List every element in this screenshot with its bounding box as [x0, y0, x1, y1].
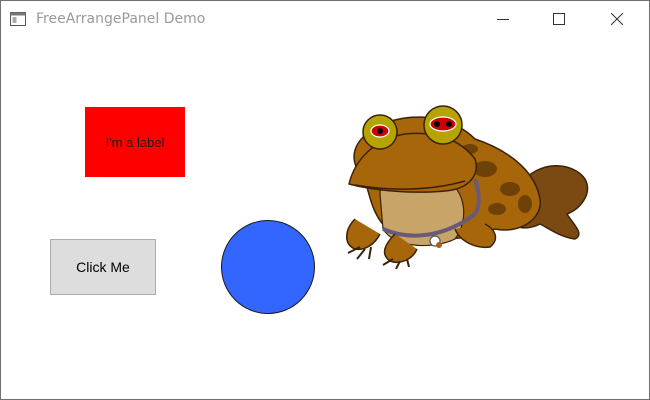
- minimize-icon: [497, 19, 509, 20]
- hypnotoad-image: [346, 105, 589, 269]
- red-label: I'm a label: [85, 107, 185, 177]
- close-button[interactable]: [594, 1, 640, 39]
- close-icon: [611, 13, 623, 25]
- button-label: Click Me: [76, 259, 130, 275]
- minimize-button[interactable]: [480, 1, 526, 39]
- maximize-button[interactable]: [536, 1, 582, 39]
- app-window: FreeArrangePanel Demo I'm a label Click …: [0, 0, 650, 400]
- app-window-icon: [10, 12, 26, 26]
- window-title: FreeArrangePanel Demo: [36, 11, 206, 27]
- blue-circle: [221, 220, 315, 314]
- title-bar[interactable]: FreeArrangePanel Demo: [1, 1, 649, 39]
- free-arrange-panel: I'm a label Click Me: [1, 39, 649, 399]
- click-me-button[interactable]: Click Me: [50, 239, 156, 295]
- maximize-icon: [553, 13, 565, 25]
- label-text: I'm a label: [105, 134, 165, 150]
